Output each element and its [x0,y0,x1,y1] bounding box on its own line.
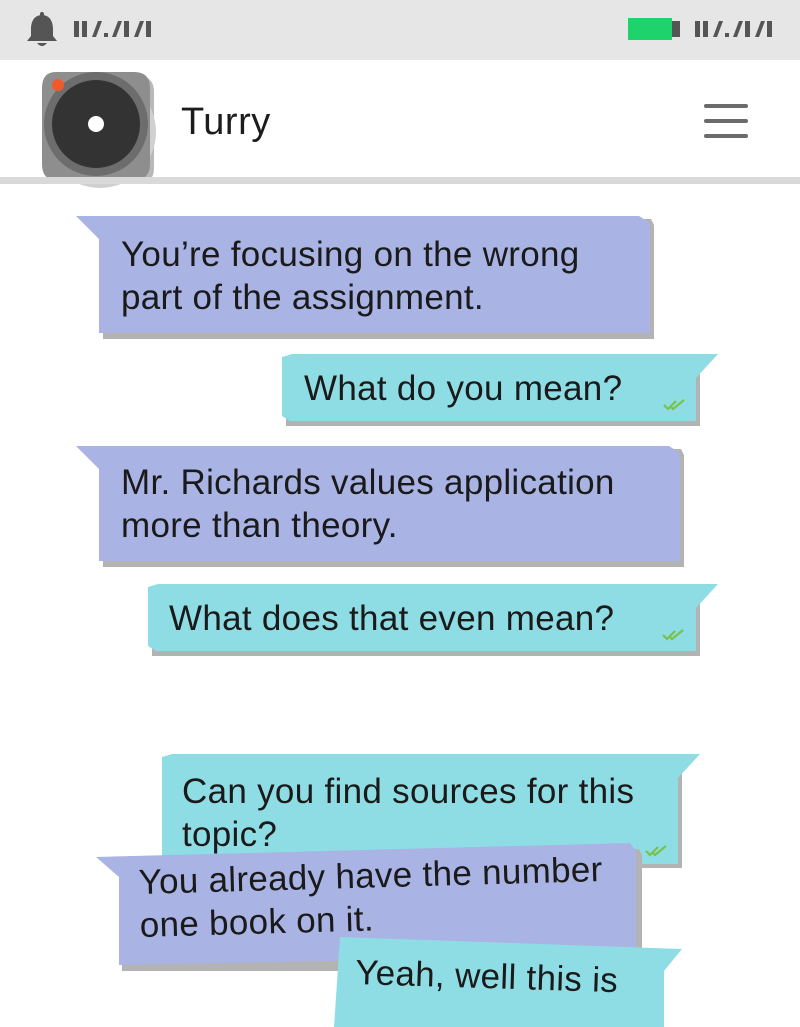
status-bar [0,0,800,60]
read-receipt-icon [662,629,684,641]
message-text-line: part of the assignment. [121,278,484,317]
message-sent[interactable]: What does that even mean? [148,584,720,656]
message-text-line: Can you find sources for this [182,772,635,811]
status-right-text [695,21,772,37]
status-left-text [74,21,151,37]
header-divider [0,177,800,184]
message-sent[interactable]: Yeah, well this is [334,937,686,1027]
message-received[interactable]: You’re focusing on the wrong part of the… [76,213,654,339]
battery-icon [628,18,680,40]
message-text-line: more than theory. [121,506,398,545]
message-text-line: You’re focusing on the wrong [121,235,580,274]
message-received[interactable]: Mr. Richards values application more tha… [76,443,684,567]
message-text-line: What do you mean? [304,369,623,408]
message-sent[interactable]: What do you mean? [282,354,720,426]
hamburger-menu-icon[interactable] [700,100,752,142]
read-receipt-icon [645,845,667,857]
contact-name[interactable]: Turry [181,101,271,144]
message-text-line: Yeah, well this is [354,952,619,1001]
bell-icon[interactable] [22,10,62,50]
message-text-line: Mr. Richards values application [121,463,615,502]
read-receipt-icon [663,399,685,411]
message-text-line: What does that even mean? [169,599,615,638]
camera-lens-avatar[interactable] [38,68,160,190]
